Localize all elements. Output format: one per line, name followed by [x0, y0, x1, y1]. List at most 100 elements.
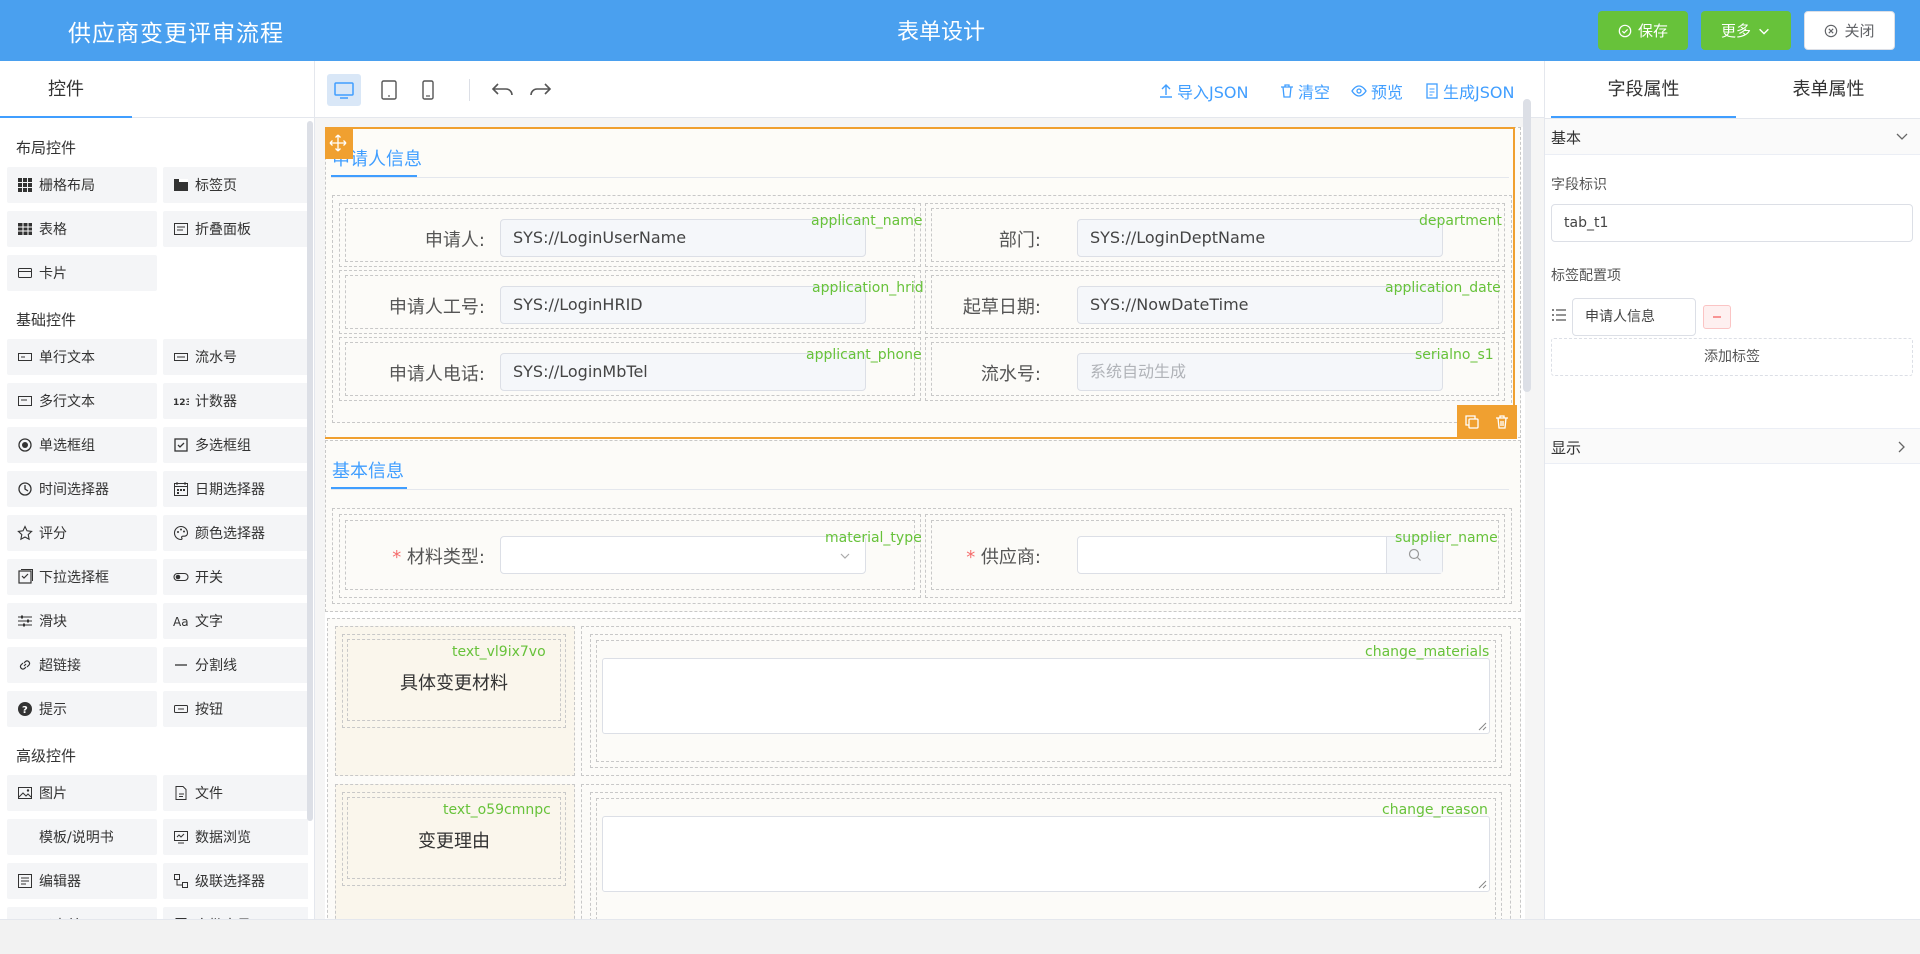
save-button[interactable]: 保存 [1598, 11, 1688, 50]
widget-item[interactable]: 时间选择器 [7, 471, 157, 507]
copy-button[interactable] [1457, 405, 1487, 439]
design-toolbar: 导入JSON 清空 预览 生成JSON [315, 61, 1544, 118]
grid-icon [17, 177, 33, 193]
image-icon [17, 785, 33, 801]
document-icon [1426, 83, 1438, 99]
tab-basic-info[interactable]: 基本信息 [332, 457, 404, 483]
switch-icon [173, 569, 189, 585]
resize-handle-icon[interactable] [1477, 721, 1487, 731]
serial-icon [173, 349, 189, 365]
editor-icon [17, 873, 33, 889]
widget-item[interactable]: 文件 [163, 775, 308, 811]
widget-item-label: 按钮 [195, 702, 223, 718]
textarea-field[interactable] [602, 816, 1490, 892]
widget-item[interactable]: 分割线 [163, 647, 308, 683]
widget-item-label: 模板/说明书 [39, 830, 114, 846]
more-button[interactable]: 更多 [1701, 11, 1791, 50]
widget-item[interactable]: 子表单 [7, 907, 157, 919]
preview-button[interactable]: 预览 [1351, 79, 1403, 103]
resize-handle-icon[interactable] [1477, 879, 1487, 889]
widget-item[interactable]: 级联选择器 [163, 863, 308, 899]
widget-item[interactable]: 标签页 [163, 167, 308, 203]
save-label: 保存 [1637, 22, 1668, 40]
clock-icon [17, 481, 33, 497]
widget-item[interactable]: 审批意见 [163, 907, 308, 919]
redo-button[interactable] [523, 74, 557, 106]
widget-item-label: 卡片 [39, 266, 67, 282]
canvas-scrollbar[interactable] [1523, 99, 1531, 392]
widget-item[interactable]: 模板/说明书 [7, 819, 157, 855]
widget-item[interactable]: 卡片 [7, 255, 157, 291]
field-id-input[interactable]: tab_t1 [1551, 204, 1913, 242]
checkbox-icon [173, 437, 189, 453]
undo-button[interactable] [486, 74, 520, 106]
widget-item[interactable]: 开关 [163, 559, 308, 595]
help-icon: ? [17, 701, 33, 717]
card-icon [17, 265, 33, 281]
basic-section-title: 基本 [1551, 129, 1582, 147]
widget-item[interactable]: ? 提示 [7, 691, 157, 727]
mobile-icon [422, 80, 434, 100]
widget-item[interactable]: 评分 [7, 515, 157, 551]
search-icon [1408, 548, 1421, 561]
drag-list-icon[interactable] [1552, 308, 1566, 322]
widget-item[interactable]: 滑块 [7, 603, 157, 639]
widget-item[interactable]: 表格 [7, 211, 157, 247]
tab-item-input[interactable]: 申请人信息 [1572, 298, 1696, 336]
upload-icon [1160, 84, 1172, 98]
footer-bar [0, 919, 1920, 954]
widget-item[interactable]: 按钮 [163, 691, 308, 727]
tab-field-props[interactable]: 字段属性 [1551, 61, 1736, 118]
widget-item[interactable]: 折叠面板 [163, 211, 308, 247]
widget-item-label: 颜色选择器 [195, 526, 265, 542]
import-json-button[interactable]: 导入JSON [1159, 79, 1248, 103]
widget-scrollbar[interactable] [307, 121, 313, 821]
widget-item[interactable]: 超链接 [7, 647, 157, 683]
delete-button[interactable] [1487, 405, 1517, 439]
widget-item-label: 文件 [195, 786, 223, 802]
remove-tab-button[interactable] [1703, 305, 1731, 329]
tab-form-props[interactable]: 表单属性 [1736, 61, 1920, 118]
widget-item[interactable]: 图片 [7, 775, 157, 811]
material-type-select[interactable] [500, 536, 866, 574]
widget-item[interactable]: 编辑器 [7, 863, 157, 899]
widget-item[interactable]: 流水号 [163, 339, 308, 375]
close-button[interactable]: 关闭 [1804, 11, 1895, 50]
supplier-input[interactable] [1077, 536, 1443, 574]
widget-item-label: 下拉选择框 [39, 570, 109, 586]
widget-item[interactable]: 多选框组 [163, 427, 308, 463]
tab-widgets[interactable]: 控件 [0, 61, 132, 118]
widget-item[interactable]: 多行文本 [7, 383, 157, 419]
widget-item[interactable]: 下拉选择框 [7, 559, 157, 595]
form-canvas[interactable]: 申请人信息 申请人: SYS://LoginUserName applicant_n… [325, 127, 1525, 919]
selection-outline [325, 127, 1515, 439]
widget-item[interactable]: Aa 文字 [163, 603, 308, 639]
widget-item[interactable]: 单行文本 [7, 339, 157, 375]
field-name-tag: text_vl9ix7vo [452, 644, 546, 660]
widget-item[interactable]: 颜色选择器 [163, 515, 308, 551]
basic-section-header[interactable]: 基本 [1545, 119, 1920, 155]
display-section-header[interactable]: 显示 [1545, 428, 1920, 464]
clear-button[interactable]: 清空 [1280, 79, 1330, 103]
widget-item[interactable]: 123 计数器 [163, 383, 308, 419]
widget-item[interactable]: 数据浏览 [163, 819, 308, 855]
widget-item[interactable]: 单选框组 [7, 427, 157, 463]
tablet-view-button[interactable] [372, 74, 406, 106]
field-name-tag: text_o59cmnpc [443, 802, 551, 818]
widget-item[interactable]: 日期选择器 [163, 471, 308, 507]
textarea-field[interactable] [602, 658, 1490, 734]
desktop-view-button[interactable] [327, 74, 361, 106]
divider-icon [173, 657, 189, 673]
trash-icon [1281, 84, 1293, 98]
tab-config-label: 标签配置项 [1551, 268, 1621, 284]
mobile-view-button[interactable] [411, 74, 445, 106]
add-tab-button[interactable]: 添加标签 [1551, 338, 1913, 376]
generate-json-button[interactable]: 生成JSON [1425, 79, 1514, 103]
drag-handle[interactable] [325, 127, 353, 159]
palette-icon [173, 525, 189, 541]
widget-item[interactable]: 栅格布局 [7, 167, 157, 203]
widget-item-label: 级联选择器 [195, 874, 265, 890]
widget-item-label: 时间选择器 [39, 482, 109, 498]
widget-item-label: 图片 [39, 786, 67, 802]
chevron-down-icon [1896, 133, 1908, 140]
